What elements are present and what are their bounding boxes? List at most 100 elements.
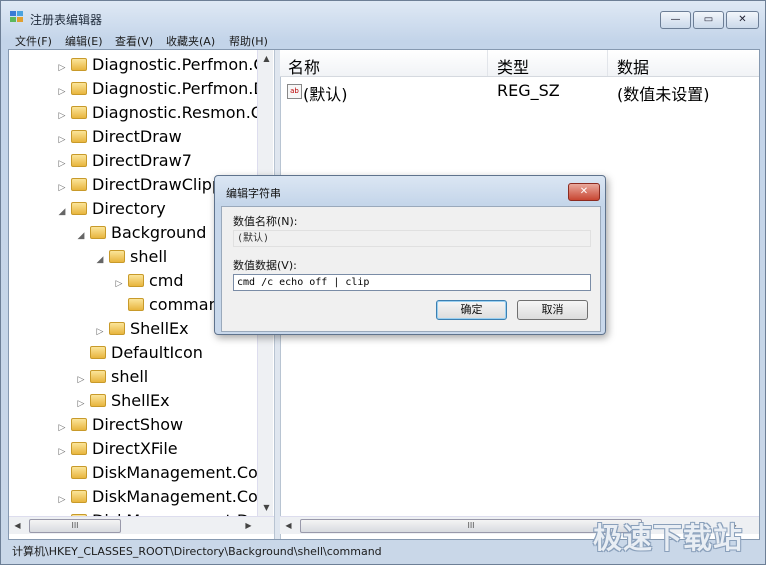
folder-icon xyxy=(90,394,106,407)
tree-item[interactable]: DefaultIcon xyxy=(76,342,203,364)
tree-item-label: DirectShow xyxy=(92,415,184,434)
folder-icon xyxy=(90,370,106,383)
edit-string-dialog: 编辑字符串 ✕ 数值名称(N): (默认) 数值数据(V): cmd /c ec… xyxy=(214,175,606,335)
tree-item[interactable]: ◢ Directory xyxy=(57,198,166,220)
tree-item[interactable]: ▷ Diagnostic.Perfmon.D xyxy=(57,78,266,100)
expand-arrow-icon[interactable]: ▷ xyxy=(57,81,67,103)
expand-arrow-icon[interactable]: ▷ xyxy=(57,417,67,439)
tree-item-label: Background xyxy=(111,223,207,242)
column-data[interactable]: 数据 xyxy=(617,54,649,78)
tree-item[interactable]: ▷ cmd xyxy=(114,270,184,292)
expand-arrow-icon[interactable]: ◢ xyxy=(57,201,67,223)
tree-item[interactable]: ▷ DirectDraw xyxy=(57,126,182,148)
watermark-logo: 极速下载站 xyxy=(593,521,744,555)
expand-arrow-icon[interactable]: ▷ xyxy=(57,129,67,151)
expand-arrow-icon[interactable]: ▷ xyxy=(57,177,67,199)
maximize-button[interactable]: ▭ xyxy=(693,11,724,29)
tree-horizontal-scrollbar[interactable]: ◀ III ▶ xyxy=(9,516,274,534)
tree-item[interactable]: ▷ Diagnostic.Perfmon.C xyxy=(57,54,265,76)
tree-item[interactable]: ▷ DirectDrawClipp xyxy=(57,174,223,199)
tree-item-label: DiskManagement.Con xyxy=(92,487,268,506)
scroll-left-icon[interactable]: ◀ xyxy=(280,517,297,534)
tree-item[interactable]: ▷ shell xyxy=(76,366,149,391)
folder-icon xyxy=(71,466,87,479)
value-name-label: 数值名称(N): xyxy=(233,215,298,228)
ok-button[interactable]: 确定 xyxy=(436,300,507,320)
expand-arrow-icon[interactable]: ▷ xyxy=(114,273,124,295)
expand-arrow-icon[interactable]: ▷ xyxy=(57,489,67,511)
scroll-right-icon[interactable]: ▶ xyxy=(240,517,257,534)
tree-hscroll-thumb[interactable]: III xyxy=(29,519,121,533)
cancel-button[interactable]: 取消 xyxy=(517,300,588,320)
value-data: (数值未设置) xyxy=(617,85,710,104)
value-name-field: (默认) xyxy=(233,230,591,247)
tree-item-label: ShellEx xyxy=(130,319,189,338)
menu-edit[interactable]: 编辑(E) xyxy=(65,33,103,49)
expand-arrow-icon[interactable]: ▷ xyxy=(95,321,105,343)
column-divider[interactable] xyxy=(607,50,608,76)
expand-arrow-icon[interactable]: ▷ xyxy=(76,393,86,415)
status-path: 计算机\HKEY_CLASSES_ROOT\Directory\Backgrou… xyxy=(12,545,382,558)
expand-arrow-icon[interactable]: ▷ xyxy=(76,369,86,391)
list-hscroll-thumb[interactable]: III xyxy=(300,519,642,533)
scroll-left-icon[interactable]: ◀ xyxy=(9,517,26,534)
tree-item-label: DirectDraw7 xyxy=(92,151,192,170)
column-type[interactable]: 类型 xyxy=(497,54,529,78)
folder-icon xyxy=(71,442,87,455)
folder-icon xyxy=(71,202,87,215)
tree-item-label: shell xyxy=(111,367,149,386)
tree-item[interactable]: ▷ DirectXFile xyxy=(57,438,178,460)
menu-file[interactable]: 文件(F) xyxy=(15,33,52,49)
expand-arrow-icon[interactable]: ◢ xyxy=(95,249,105,271)
tree-item-label: Diagnostic.Resmon.Co xyxy=(92,103,272,122)
value-data-label: 数值数据(V): xyxy=(233,259,297,272)
dialog-close-button[interactable]: ✕ xyxy=(568,183,600,201)
tree-item[interactable]: ▷ DiskManagement.Con xyxy=(57,486,268,508)
title-bar[interactable]: 注册表编辑器 — ▭ ✕ xyxy=(1,1,765,31)
minimize-button[interactable]: — xyxy=(660,11,691,29)
tree-item-label: Diagnostic.Perfmon.C xyxy=(92,55,265,74)
tree-item[interactable]: command xyxy=(114,294,229,316)
value-data-input[interactable]: cmd /c echo off | clip xyxy=(233,274,591,291)
registry-editor-icon xyxy=(10,11,23,22)
folder-icon xyxy=(128,298,144,311)
folder-icon xyxy=(71,106,87,119)
tree-item[interactable]: ▷ ShellEx xyxy=(76,390,170,412)
tree-item[interactable]: ▷ DirectShow xyxy=(57,414,184,439)
tree-item-label: shell xyxy=(130,247,168,266)
expand-arrow-icon[interactable]: ▷ xyxy=(57,153,67,175)
tree-item[interactable]: DiskManagement.Con xyxy=(57,462,268,484)
scroll-up-icon[interactable]: ▲ xyxy=(258,50,273,67)
menu-help[interactable]: 帮助(H) xyxy=(229,33,268,49)
tree-item-label: DefaultIcon xyxy=(111,343,203,362)
expand-arrow-icon[interactable]: ◢ xyxy=(76,225,86,247)
folder-icon xyxy=(71,130,87,143)
folder-icon xyxy=(71,82,87,95)
value-name: (默认) xyxy=(303,85,348,104)
tree-item[interactable]: ◢ Background xyxy=(76,222,207,247)
column-name[interactable]: 名称 xyxy=(288,54,320,78)
expand-arrow-icon[interactable]: ▷ xyxy=(57,105,67,127)
tree-item-label: DiskManagement.Con xyxy=(92,463,268,482)
menu-favorites[interactable]: 收藏夹(A) xyxy=(166,33,215,49)
tree-item[interactable]: ▷ Diagnostic.Resmon.Co xyxy=(57,102,272,124)
tree-item[interactable]: ◢ shell xyxy=(95,246,168,271)
tree-item[interactable]: ▷ DirectDraw7 xyxy=(57,150,192,172)
tree-item-label: DirectDrawClipp xyxy=(92,175,223,194)
tree-item-label: DirectDraw xyxy=(92,127,182,146)
tree-item-label: Directory xyxy=(92,199,166,218)
expand-arrow-icon[interactable]: ▷ xyxy=(57,57,67,79)
tree-item-label: Diagnostic.Perfmon.D xyxy=(92,79,266,98)
close-button[interactable]: ✕ xyxy=(726,11,759,29)
scroll-down-icon[interactable]: ▼ xyxy=(258,499,273,516)
string-value-icon: ab xyxy=(287,84,302,99)
folder-icon xyxy=(71,154,87,167)
value-type: REG_SZ xyxy=(497,81,560,100)
folder-icon xyxy=(128,274,144,287)
tree-item[interactable]: ▷ ShellEx xyxy=(95,318,189,340)
folder-icon xyxy=(90,346,106,359)
menu-view[interactable]: 查看(V) xyxy=(115,33,153,49)
column-divider[interactable] xyxy=(487,50,488,76)
expand-arrow-icon[interactable]: ▷ xyxy=(57,441,67,463)
folder-icon xyxy=(71,490,87,503)
